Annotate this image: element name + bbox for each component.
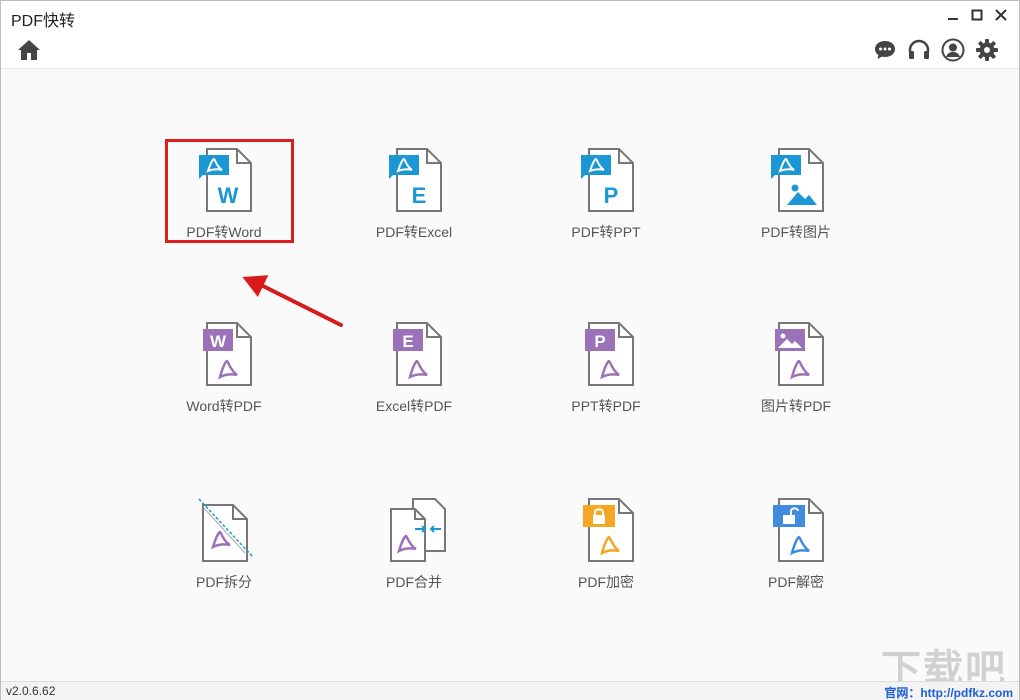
tool-excel-to-pdf[interactable]: E Excel转PDF bbox=[349, 319, 479, 429]
excel-to-pdf-icon: E bbox=[393, 322, 442, 386]
tool-pdf-decrypt[interactable]: PDF解密 bbox=[731, 495, 861, 605]
tool-pdf-encrypt[interactable]: PDF加密 bbox=[541, 495, 671, 605]
status-bar: v2.0.6.62 官网：http://pdfkz.com bbox=[1, 681, 1019, 700]
image-to-pdf-icon bbox=[775, 322, 824, 386]
tool-label: PDF转Excel bbox=[375, 224, 453, 240]
tile-letter: P bbox=[604, 183, 619, 208]
maximize-icon[interactable] bbox=[967, 5, 987, 25]
website-link[interactable]: 官网：http://pdfkz.com bbox=[884, 684, 1013, 700]
pdf-encrypt-icon bbox=[583, 498, 634, 562]
toolbar bbox=[1, 31, 1019, 69]
tool-word-to-pdf[interactable]: W Word转PDF bbox=[159, 319, 289, 429]
app-window: PDF快转 W PDF转Word E PDF转Excel P PDF转PPT P… bbox=[0, 0, 1020, 700]
title-bar[interactable]: PDF快转 bbox=[1, 1, 1019, 31]
pdf-decrypt-icon bbox=[773, 498, 824, 562]
pdf-to-ppt-icon: P bbox=[581, 148, 634, 212]
tool-label: 图片转PDF bbox=[761, 398, 831, 414]
pdf-to-excel-icon: E bbox=[389, 148, 442, 212]
close-icon[interactable] bbox=[991, 5, 1011, 25]
highlight-box bbox=[165, 139, 294, 243]
app-title: PDF快转 bbox=[11, 13, 76, 30]
headset-icon[interactable] bbox=[907, 38, 931, 62]
tool-label: Excel转PDF bbox=[375, 398, 453, 414]
pdf-to-image-icon bbox=[771, 148, 824, 212]
tile-letter: P bbox=[594, 332, 605, 351]
version-label: v2.0.6.62 bbox=[6, 684, 56, 698]
tool-label: PDF合并 bbox=[386, 574, 442, 590]
tile-letter: E bbox=[412, 183, 427, 208]
ppt-to-pdf-icon: P bbox=[585, 322, 634, 386]
chat-icon[interactable] bbox=[873, 38, 897, 62]
tool-label: PDF加密 bbox=[578, 574, 634, 590]
tool-ppt-to-pdf[interactable]: P PPT转PDF bbox=[541, 319, 671, 429]
tool-label: PDF解密 bbox=[768, 574, 824, 590]
tool-pdf-merge[interactable]: PDF合并 bbox=[349, 495, 479, 605]
pdf-merge-icon bbox=[390, 498, 446, 562]
tool-label: PDF转PPT bbox=[571, 224, 641, 240]
tile-letter: E bbox=[402, 332, 413, 351]
pdf-split-icon bbox=[198, 498, 254, 562]
user-icon[interactable] bbox=[941, 38, 965, 62]
tool-pdf-to-excel[interactable]: E PDF转Excel bbox=[349, 145, 479, 255]
tool-label: PDF转图片 bbox=[761, 224, 831, 240]
tool-label: Word转PDF bbox=[186, 398, 262, 414]
tool-label: PDF拆分 bbox=[196, 574, 252, 590]
tool-pdf-to-image[interactable]: PDF转图片 bbox=[731, 145, 861, 255]
tile-letter: W bbox=[210, 332, 227, 351]
annotation-arrow bbox=[242, 275, 343, 327]
gear-icon[interactable] bbox=[975, 38, 999, 62]
home-icon[interactable] bbox=[17, 38, 41, 62]
tool-grid bbox=[1, 69, 1019, 681]
tool-image-to-pdf[interactable]: 图片转PDF bbox=[731, 319, 861, 429]
tool-label: PPT转PDF bbox=[571, 398, 641, 414]
minimize-icon[interactable] bbox=[943, 5, 963, 25]
tool-pdf-to-ppt[interactable]: P PDF转PPT bbox=[541, 145, 671, 255]
tool-pdf-split[interactable]: PDF拆分 bbox=[159, 495, 289, 605]
